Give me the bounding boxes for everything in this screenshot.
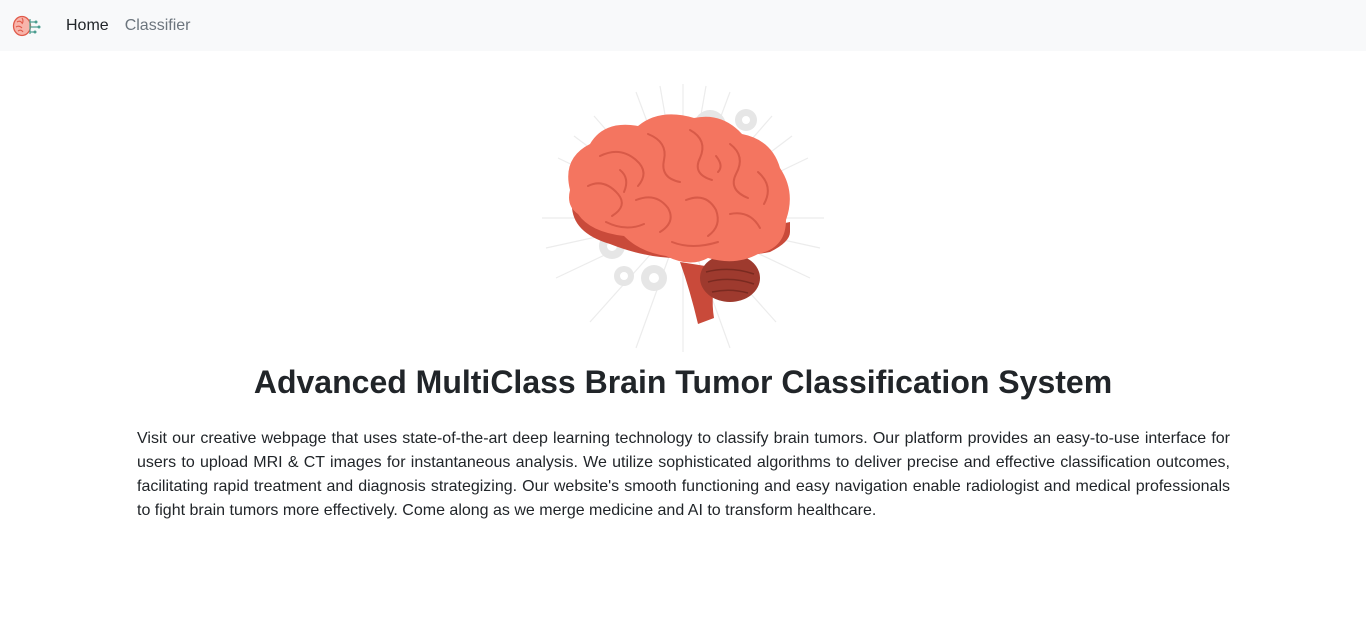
nav-link-home[interactable]: Home (66, 17, 109, 35)
page-title: Advanced MultiClass Brain Tumor Classifi… (253, 364, 1113, 400)
navbar: Home Classifier (0, 0, 1366, 51)
hero-description: Visit our creative webpage that uses sta… (137, 430, 1230, 519)
nav-link-classifier[interactable]: Classifier (125, 17, 191, 35)
brain-illustration (540, 82, 826, 354)
brain-logo-icon[interactable] (11, 12, 43, 40)
cerebellum (700, 254, 760, 302)
nav-links: Home Classifier (66, 0, 190, 51)
